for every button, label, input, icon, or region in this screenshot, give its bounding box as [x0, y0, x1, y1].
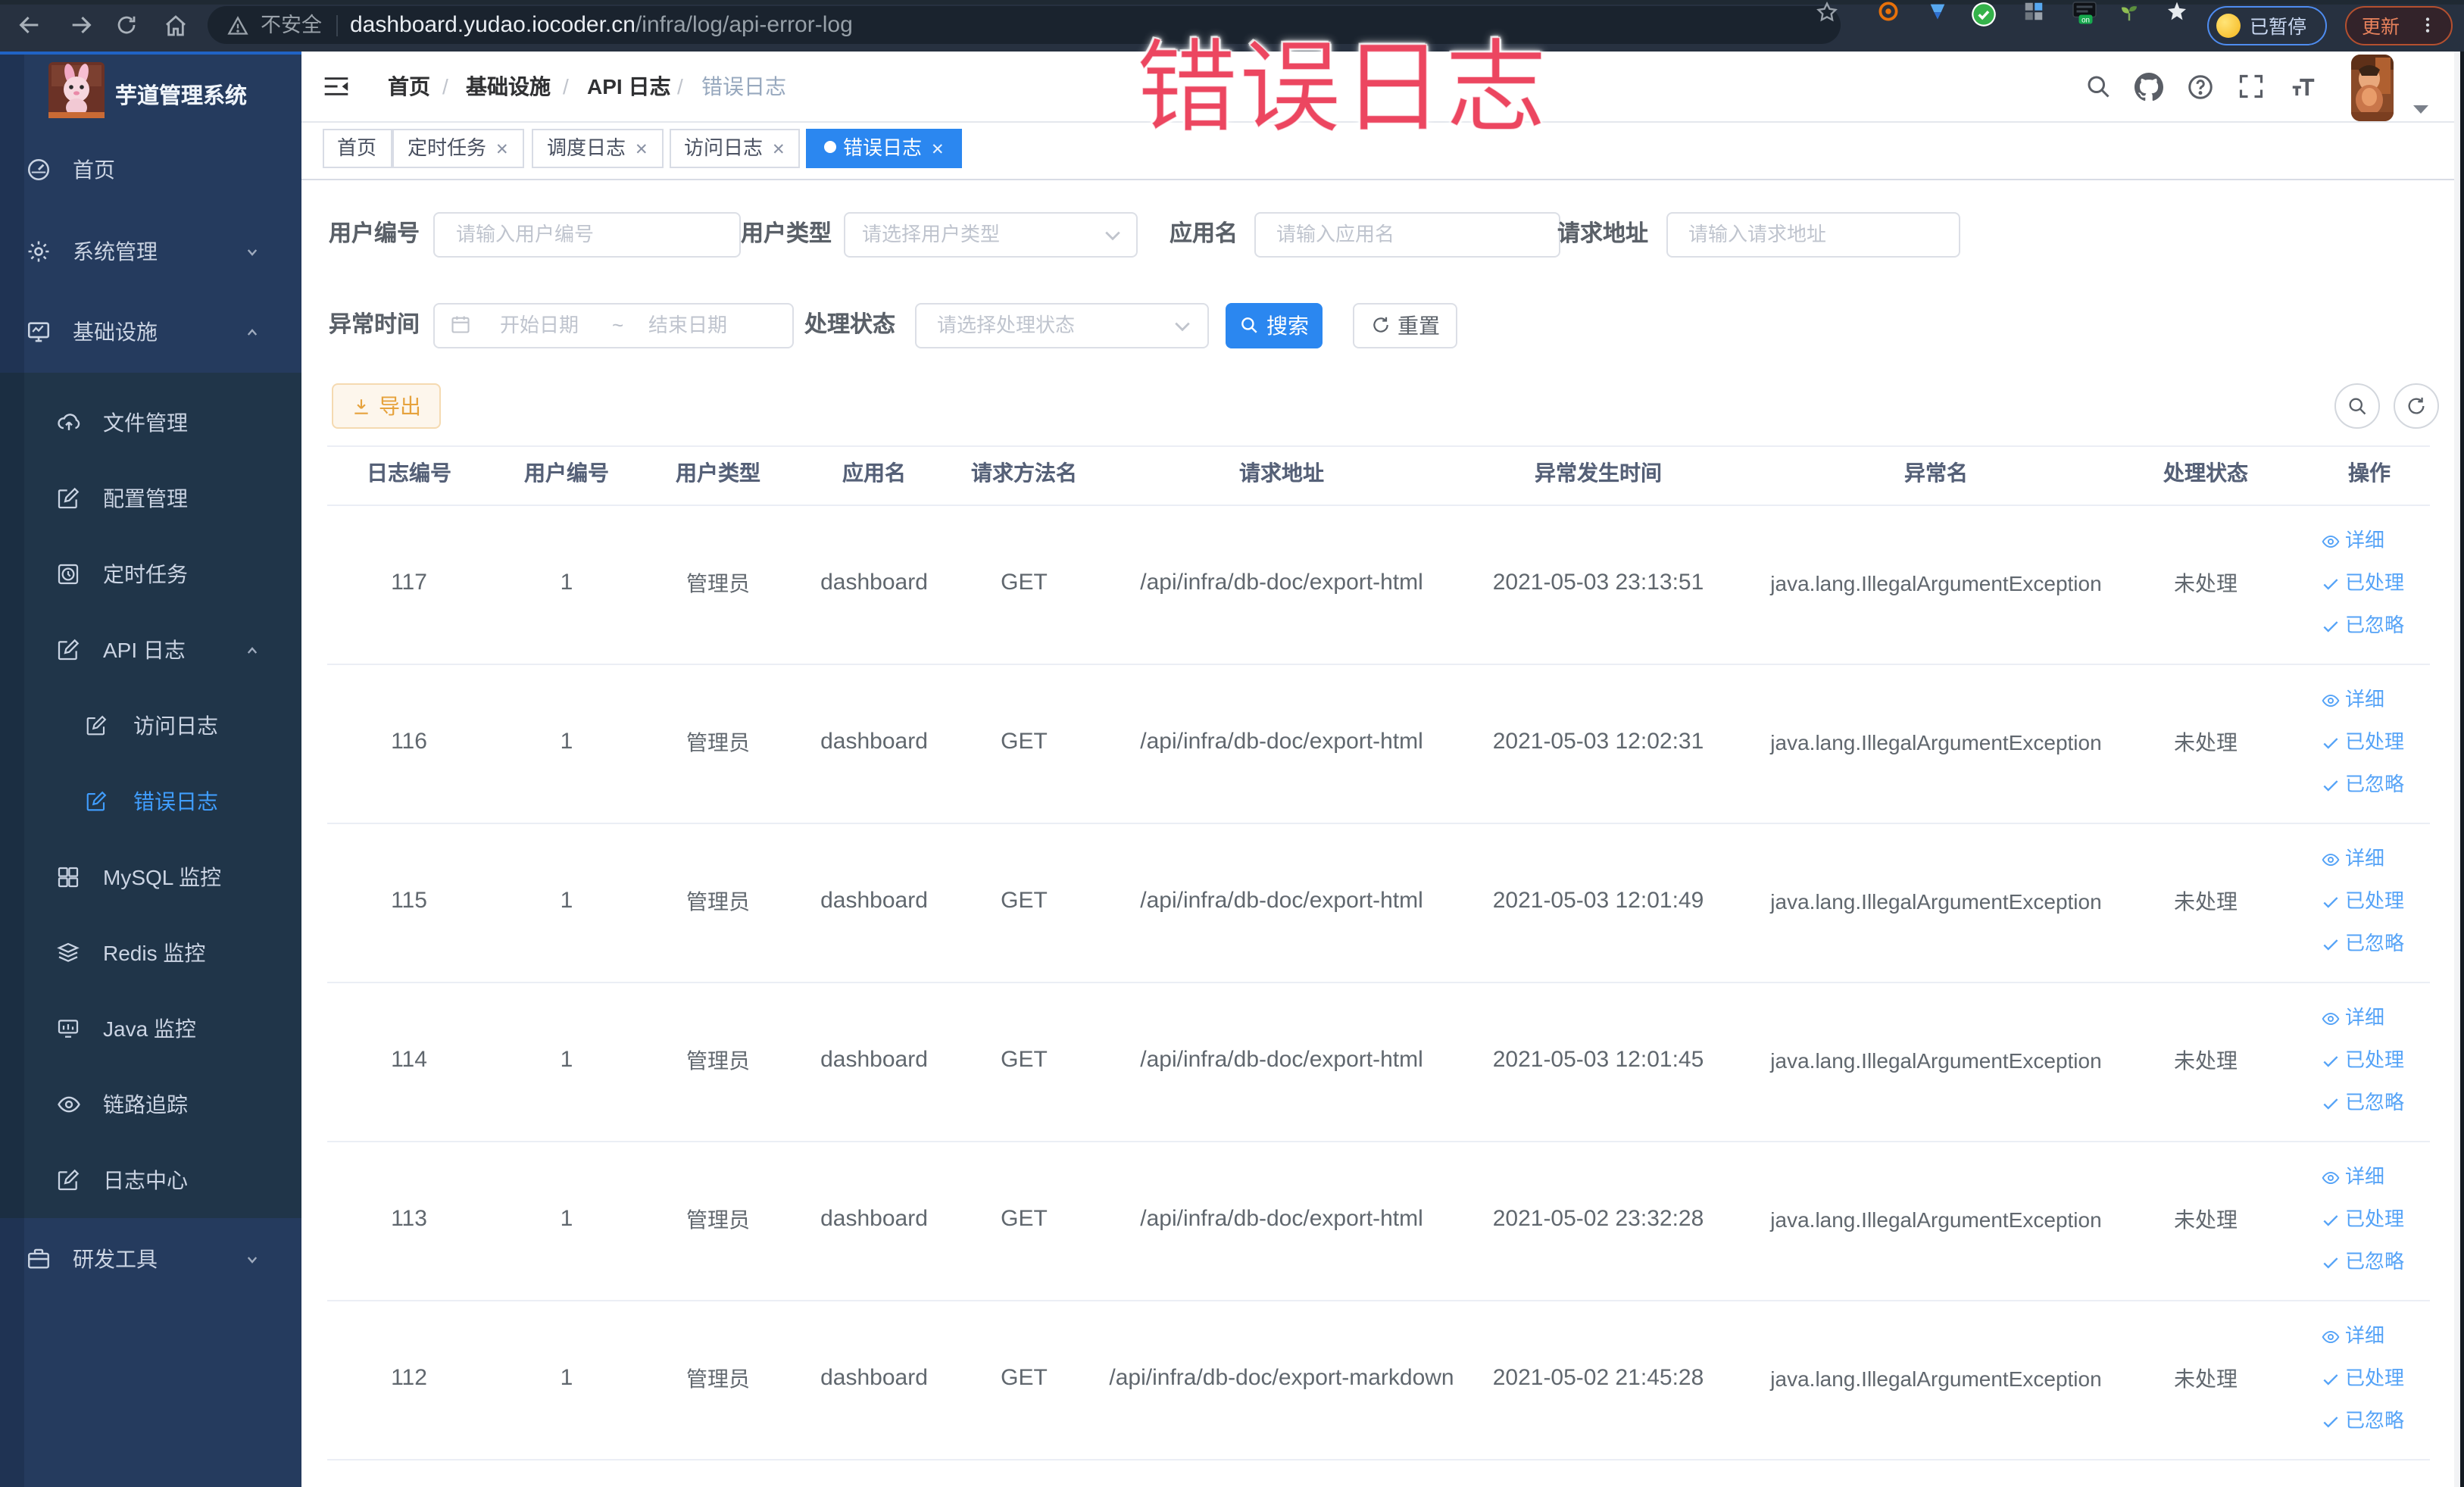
svg-text:on: on: [2081, 16, 2090, 24]
